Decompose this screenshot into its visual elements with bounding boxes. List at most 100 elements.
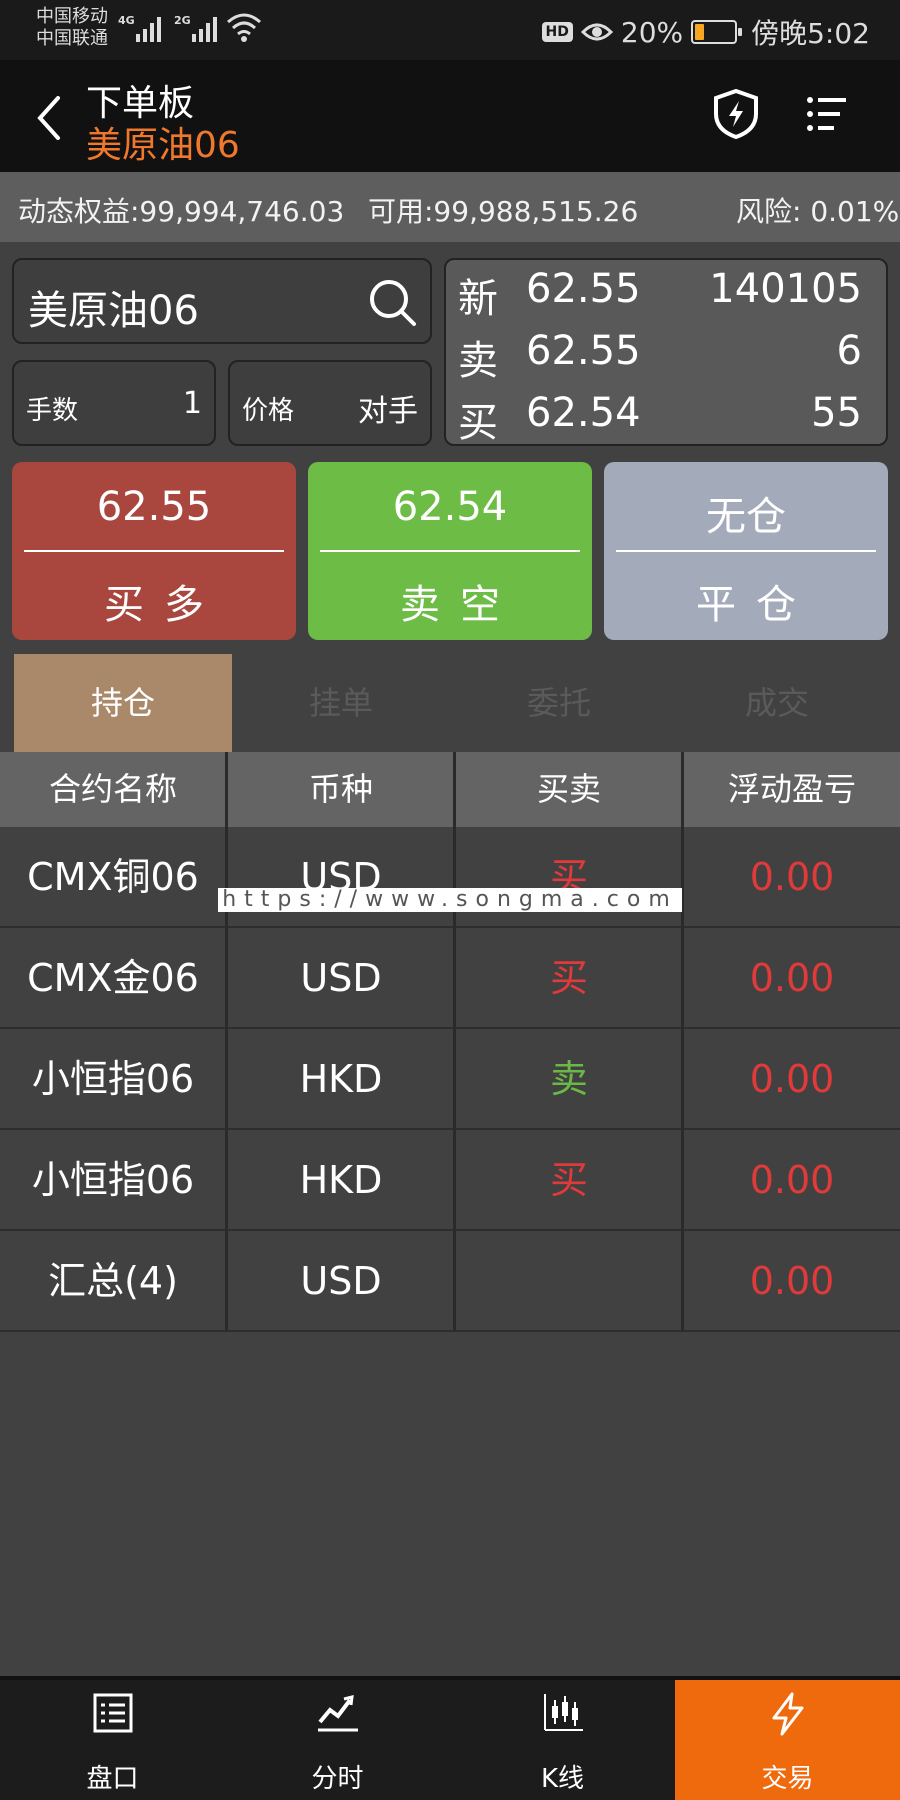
- last-label: 新: [458, 276, 498, 322]
- column-divider: [225, 752, 228, 1330]
- sell-short-button[interactable]: 62.54 卖空: [308, 462, 592, 640]
- tab-positions[interactable]: 持仓: [14, 654, 232, 752]
- row-currency: USD: [300, 956, 382, 1000]
- row-contract: 小恒指06: [31, 1158, 195, 1202]
- row-side: 买: [549, 855, 588, 899]
- table-row[interactable]: 小恒指06 HKD 买 0.00: [0, 1130, 900, 1231]
- positions-table-header: 合约名称 币种 买卖 浮动盈亏: [0, 752, 900, 827]
- ask-size: 6: [836, 328, 862, 374]
- shield-lightning-icon[interactable]: [712, 88, 760, 140]
- nav-orderbook[interactable]: 盘口: [0, 1680, 225, 1800]
- nav-timeshare[interactable]: 分时: [225, 1680, 450, 1800]
- quote-row-bid: 买 62.54 55: [446, 390, 886, 450]
- price-label: 价格: [242, 396, 295, 426]
- column-divider: [681, 752, 684, 1330]
- lots-value: 1: [182, 386, 202, 421]
- quote-row-last: 新 62.55 140105: [446, 266, 886, 326]
- wifi-icon: [227, 13, 261, 42]
- row-currency: USD: [300, 855, 382, 899]
- summary-label: 汇总(4): [48, 1259, 178, 1303]
- nav-label: 盘口: [86, 1764, 139, 1794]
- divider: [24, 550, 284, 552]
- table-row[interactable]: CMX金06 USD 买 0.00: [0, 928, 900, 1029]
- close-position-button[interactable]: 无仓 平仓: [604, 462, 888, 640]
- price-value: 对手: [358, 394, 418, 429]
- bid-price: 62.54: [526, 390, 641, 436]
- row-pnl: 0.00: [749, 1158, 835, 1202]
- nav-label: 交易: [761, 1764, 814, 1794]
- nav-trade[interactable]: 交易: [675, 1680, 900, 1800]
- row-contract: CMX铜06: [27, 855, 199, 899]
- tab-fills[interactable]: 成交: [668, 654, 886, 752]
- status-bar: 中国移动 中国联通 4G 2G HD 20% 傍晚5:02: [0, 0, 900, 60]
- summary-currency: USD: [300, 1259, 382, 1303]
- summary-pnl: 0.00: [749, 1259, 835, 1303]
- carrier-names: 中国移动 中国联通: [36, 6, 108, 50]
- bottom-nav: 盘口 分时 K线 交易: [0, 1676, 900, 1800]
- ask-price: 62.55: [526, 328, 641, 374]
- table-summary-row: 汇总(4) USD 0.00: [0, 1231, 900, 1332]
- row-side: 买: [549, 1158, 588, 1202]
- nav-label: 分时: [311, 1764, 364, 1794]
- buy-long-button[interactable]: 62.55 买多: [12, 462, 296, 640]
- row-side: 买: [549, 956, 588, 1000]
- contract-name: 美原油06: [28, 288, 199, 334]
- app-header: 下单板 美原油06: [0, 60, 900, 172]
- row-pnl: 0.00: [749, 956, 835, 1000]
- col-floating-pnl: 浮动盈亏: [727, 770, 856, 808]
- tab-pending-orders[interactable]: 挂单: [232, 654, 450, 752]
- battery-percent: 20%: [620, 15, 684, 49]
- volume: 140105: [709, 266, 862, 312]
- divider: [616, 550, 876, 552]
- sim1-network: 4G: [118, 14, 135, 27]
- divider: [320, 550, 580, 552]
- lots-label: 手数: [26, 396, 79, 426]
- price-field[interactable]: 价格 对手: [228, 360, 432, 446]
- hd-badge: HD: [541, 22, 573, 42]
- battery-icon: [691, 20, 743, 44]
- account-summary: 动态权益:99,994,746.03 可用:99,988,515.26 风险: …: [0, 172, 900, 242]
- column-divider: [453, 752, 456, 1330]
- sim2-signal-icon: [192, 14, 217, 42]
- close-label: 平仓: [696, 582, 816, 628]
- tab-orders[interactable]: 委托: [450, 654, 668, 752]
- carrier-2: 中国联通: [36, 28, 108, 49]
- sell-price: 62.54: [392, 484, 508, 530]
- orderbook-icon: [93, 1693, 132, 1733]
- watermark: https://www.songma.com: [218, 888, 682, 912]
- dynamic-equity: 动态权益:99,994,746.03: [18, 195, 345, 228]
- buy-label: 买多: [104, 582, 224, 628]
- sell-label: 卖空: [400, 582, 520, 628]
- col-currency: 币种: [308, 770, 373, 808]
- summary-side: [456, 1231, 682, 1331]
- contract-subtitle: 美原油06: [86, 125, 240, 166]
- search-icon[interactable]: [368, 278, 418, 328]
- candlestick-icon: [543, 1694, 583, 1731]
- row-pnl: 0.00: [749, 855, 835, 899]
- contract-search-field[interactable]: 美原油06: [12, 258, 432, 344]
- lightning-icon: [772, 1692, 803, 1736]
- ask-label: 卖: [458, 338, 498, 384]
- row-side: 卖: [549, 1057, 588, 1101]
- row-contract: 小恒指06: [31, 1057, 195, 1101]
- position-status: 无仓: [706, 494, 786, 540]
- col-contract-name: 合约名称: [48, 770, 177, 808]
- order-board-screen: 中国移动 中国联通 4G 2G HD 20% 傍晚5:02 下单板 美原油06 …: [0, 0, 900, 1800]
- buy-price: 62.55: [96, 484, 212, 530]
- col-side: 买卖: [536, 770, 601, 808]
- eye-comfort-icon: [580, 23, 613, 41]
- table-row[interactable]: CMX铜06 USD 买 0.00: [0, 827, 900, 928]
- quote-row-ask: 卖 62.55 6: [446, 328, 886, 388]
- table-row[interactable]: 小恒指06 HKD 卖 0.00: [0, 1029, 900, 1130]
- nav-kline[interactable]: K线: [450, 1680, 675, 1800]
- quote-panel: 新 62.55 140105 卖 62.55 6 买 62.54 55: [444, 258, 888, 446]
- nav-label: K线: [540, 1764, 585, 1794]
- timeshare-chart-icon: [317, 1695, 358, 1732]
- list-menu-icon[interactable]: [806, 94, 848, 134]
- last-price: 62.55: [526, 266, 641, 312]
- risk-ratio: 风险: 0.01%: [736, 195, 900, 228]
- sim2-network: 2G: [174, 14, 191, 27]
- status-right: HD 20% 傍晚5:02: [541, 12, 870, 52]
- lots-field[interactable]: 手数 1: [12, 360, 216, 446]
- back-arrow-icon[interactable]: [36, 96, 62, 140]
